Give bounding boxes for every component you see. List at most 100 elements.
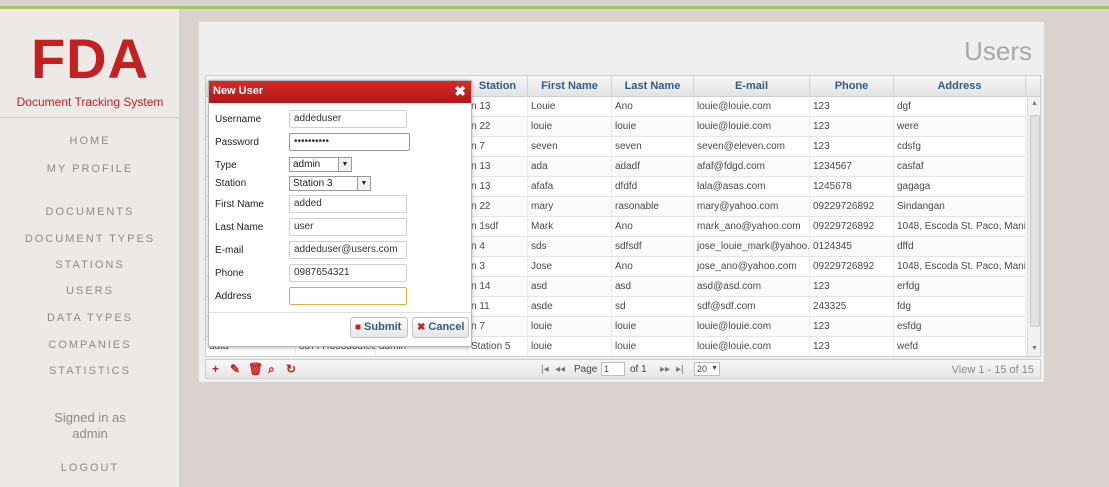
row-cell-phone: 123 (810, 337, 894, 356)
first-page-icon[interactable]: |◂ (541, 364, 549, 375)
row-cell-station: n 7 (468, 317, 528, 337)
column-header-phone[interactable]: Phone (810, 76, 894, 97)
password-label: Password (215, 137, 259, 148)
logo: FDA (30, 27, 150, 90)
search-icon[interactable]: ⌕ (268, 362, 275, 377)
close-icon[interactable]: ✖ (454, 83, 466, 100)
scrollbar-thumb[interactable] (1030, 115, 1040, 327)
last-page-icon[interactable]: ▸| (676, 364, 684, 375)
row-cell-last-name: louie (612, 337, 694, 356)
row-cell-station: n 13 (468, 97, 528, 117)
email-field[interactable]: addeduser@users.com (289, 241, 407, 259)
dialog-divider (209, 312, 471, 313)
row-cell-phone: 123 (810, 317, 894, 337)
chevron-down-icon: ▼ (711, 365, 718, 372)
nav-data-types[interactable]: DATA TYPES (0, 312, 180, 324)
row-cell-email: louie@louie.com (694, 117, 810, 137)
column-header-last-name[interactable]: Last Name (612, 76, 694, 97)
chevron-down-icon: ▼ (357, 177, 370, 190)
row-cell-email: seven@eleven.com (694, 137, 810, 157)
row-cell-address: were (894, 117, 1026, 137)
row-cell-last-name: Ano (612, 257, 694, 277)
edit-icon[interactable]: ✎ (230, 362, 240, 376)
row-cell-email: louie@louie.com (694, 317, 810, 337)
rows-per-page-select[interactable]: 20 ▼ (694, 362, 720, 376)
column-header-email[interactable]: E-mail (694, 76, 810, 97)
row-cell-last-name: sd (612, 297, 694, 317)
logout-link[interactable]: LOGOUT (0, 462, 180, 474)
row-cell-email: jose_ano@yahoo.com (694, 257, 810, 277)
row-cell-first-name: asd (528, 277, 612, 297)
nav-document-types[interactable]: DOCUMENT TYPES (0, 233, 180, 245)
row-cell-station: n 11 (468, 297, 528, 317)
cancel-label: Cancel (428, 321, 465, 333)
view-info: View 1 - 15 of 15 (951, 364, 1034, 376)
vertical-scrollbar[interactable]: ▲ ▼ (1027, 97, 1040, 356)
row-cell-address: 1048, Escoda St. Paco, Manila (894, 217, 1026, 237)
save-icon: ■ (355, 322, 362, 333)
add-icon[interactable]: + (212, 362, 219, 376)
station-value: Station 3 (293, 178, 333, 189)
type-label: Type (215, 160, 237, 171)
signed-in-info: Signed in as admin (0, 410, 180, 442)
row-cell-address: Sindangan (894, 197, 1026, 217)
phone-field[interactable]: 0987654321 (289, 264, 407, 282)
row-cell-station: Station 5 (468, 337, 528, 356)
row-cell-address: 1048, Escoda St. Paco, Manila (894, 257, 1026, 277)
row-cell-address: dgf (894, 97, 1026, 117)
nav-companies[interactable]: COMPANIES (0, 339, 180, 351)
submit-label: Submit (364, 321, 402, 333)
row-cell-address: cdsfg (894, 137, 1026, 157)
last-name-field[interactable]: user (289, 218, 407, 236)
nav-home[interactable]: HOME (0, 135, 180, 147)
scroll-down-icon[interactable]: ▼ (1031, 345, 1038, 352)
row-cell-station: n 13 (468, 157, 528, 177)
phone-label: Phone (215, 268, 244, 279)
first-name-field[interactable]: added (289, 195, 407, 213)
row-cell-phone: 123 (810, 277, 894, 297)
row-cell-station: n 22 (468, 197, 528, 217)
email-label: E-mail (215, 245, 244, 256)
refresh-icon[interactable]: ↻ (286, 362, 296, 376)
row-cell-last-name: sdfsdf (612, 237, 694, 257)
username-label: Username (215, 114, 262, 125)
username-field[interactable]: addeduser (289, 110, 407, 128)
nav-statistics[interactable]: STATISTICS (0, 365, 180, 377)
nav-my-profile[interactable]: MY PROFILE (0, 163, 180, 175)
row-cell-station: n 22 (468, 117, 528, 137)
row-cell-email: sdf@sdf.com (694, 297, 810, 317)
rows-per-page-value: 20 (697, 364, 708, 374)
first-name-label: First Name (215, 199, 264, 210)
nav-documents[interactable]: DOCUMENTS (0, 206, 180, 218)
sidebar-divider (0, 117, 180, 118)
type-select[interactable]: admin ▼ (289, 157, 352, 172)
row-cell-address: wefd (894, 337, 1026, 356)
column-header-address[interactable]: Address (894, 76, 1026, 97)
row-cell-first-name: louie (528, 317, 612, 337)
row-cell-first-name: ada (528, 157, 612, 177)
submit-button[interactable]: ■ Submit (350, 317, 408, 338)
nav-users[interactable]: USERS (0, 285, 180, 297)
scroll-up-icon[interactable]: ▲ (1031, 100, 1038, 107)
grid-pager: + ✎ 🗑 ⌕ ↻ |◂ ◂◂ Page 1 of 1 ▸▸ ▸| 20 ▼ V… (205, 359, 1041, 379)
row-cell-phone: 1234567 (810, 157, 894, 177)
address-field[interactable] (289, 287, 407, 305)
dialog-header: New User ✖ (209, 81, 471, 103)
page-input[interactable]: 1 (601, 362, 625, 376)
row-cell-phone: 123 (810, 97, 894, 117)
prev-page-icon[interactable]: ◂◂ (555, 364, 565, 375)
column-header-first-name[interactable]: First Name (528, 76, 612, 97)
row-cell-last-name: dfdfd (612, 177, 694, 197)
next-page-icon[interactable]: ▸▸ (660, 364, 670, 375)
cancel-button[interactable]: ✖ Cancel (412, 317, 469, 338)
row-cell-email: afaf@fdgd.com (694, 157, 810, 177)
row-cell-station: n 3 (468, 257, 528, 277)
row-cell-address: fdg (894, 297, 1026, 317)
password-field[interactable]: •••••••••• (289, 133, 410, 151)
row-cell-station: n 1sdf (468, 217, 528, 237)
nav-stations[interactable]: STATIONS (0, 259, 180, 271)
row-cell-first-name: louie (528, 337, 612, 356)
delete-icon[interactable]: 🗑 (248, 362, 263, 376)
column-header-station[interactable]: Station (468, 76, 528, 97)
station-select[interactable]: Station 3 ▼ (289, 176, 371, 191)
